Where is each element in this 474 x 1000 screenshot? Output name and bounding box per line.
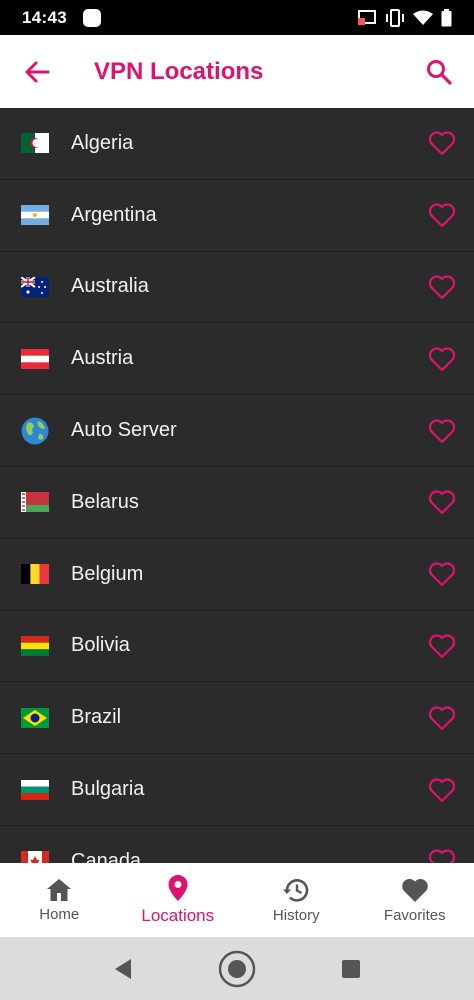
bolivia-flag: [21, 635, 49, 656]
location-row-australia[interactable]: Australia: [0, 252, 474, 324]
status-icons: [357, 8, 452, 27]
country-name: Algeria: [71, 131, 134, 154]
country-name: Argentina: [71, 203, 157, 226]
home-icon: [47, 878, 72, 901]
bottom-navigation: Home Locations History Favorites: [0, 863, 474, 937]
location-row-bolivia[interactable]: Bolivia: [0, 611, 474, 683]
location-row-brazil[interactable]: Brazil: [0, 682, 474, 755]
country-name: Bolivia: [71, 634, 130, 657]
location-row-auto-server[interactable]: Auto Server: [0, 395, 474, 467]
system-home-button[interactable]: [180, 950, 294, 988]
favorite-heart-icon[interactable]: [428, 489, 456, 515]
nav-label: History: [272, 906, 320, 924]
country-name: Belarus: [71, 490, 139, 513]
location-row-bulgaria[interactable]: Bulgaria: [0, 754, 474, 826]
favorite-heart-icon[interactable]: [428, 418, 456, 444]
favorite-heart-icon[interactable]: [428, 561, 456, 587]
location-row-austria[interactable]: Austria: [0, 323, 474, 396]
country-name: Australia: [71, 275, 149, 298]
country-name: Austria: [71, 347, 134, 370]
recents-square-icon: [342, 959, 360, 978]
belarus-flag: [21, 492, 49, 513]
system-back-button[interactable]: [66, 958, 180, 980]
favorite-heart-icon[interactable]: [428, 274, 456, 300]
app-bar: VPN Locations: [0, 35, 474, 108]
bulgaria-flag: [21, 779, 49, 800]
favorite-heart-icon[interactable]: [428, 202, 456, 228]
algeria-flag: [21, 133, 49, 154]
battery-icon: [441, 8, 452, 26]
favorite-heart-icon[interactable]: [428, 633, 456, 659]
home-circle-icon: [218, 950, 256, 987]
nav-favorites[interactable]: Favorites: [356, 863, 474, 937]
country-name: Canada: [71, 849, 142, 863]
argentina-flag: [21, 205, 49, 226]
nav-locations[interactable]: Locations: [119, 863, 238, 937]
favorite-heart-icon[interactable]: [428, 777, 456, 803]
search-icon: [427, 59, 452, 85]
wifi-icon: [413, 10, 433, 25]
nav-history[interactable]: History: [237, 863, 356, 937]
location-row-argentina[interactable]: Argentina: [0, 180, 474, 252]
nav-label: Locations: [141, 906, 215, 925]
nav-label: Home: [39, 905, 80, 923]
nav-home[interactable]: Home: [0, 863, 119, 937]
favorite-heart-icon[interactable]: [428, 705, 456, 731]
brazil-flag: [21, 707, 49, 728]
country-name: Brazil: [71, 706, 122, 729]
back-triangle-icon: [115, 958, 131, 979]
austria-flag: [21, 348, 49, 369]
canada-flag: [21, 851, 49, 863]
location-row-belarus[interactable]: Belarus: [0, 467, 474, 539]
location-row-algeria[interactable]: Algeria: [0, 108, 474, 180]
globe-icon: [21, 417, 49, 445]
australia-flag: [21, 276, 49, 297]
search-button[interactable]: [404, 35, 474, 108]
favorite-heart-icon[interactable]: [428, 346, 456, 372]
status-bar: 14:43: [0, 0, 474, 35]
back-arrow-icon: [25, 61, 50, 82]
system-navigation-bar: [0, 937, 474, 1000]
vibrate-icon: [386, 8, 404, 27]
location-pin-icon: [168, 875, 188, 901]
back-button[interactable]: [0, 35, 74, 108]
favorite-heart-icon[interactable]: [428, 130, 456, 156]
country-name: Bulgaria: [71, 778, 145, 801]
belgium-flag: [21, 564, 49, 585]
location-list[interactable]: Algeria Argentina Australia Austria Auto…: [0, 108, 474, 863]
location-row-belgium[interactable]: Belgium: [0, 539, 474, 611]
history-icon: [283, 878, 309, 902]
country-name: Auto Server: [71, 419, 177, 442]
notification-icon: [82, 8, 101, 27]
cast-icon: [358, 9, 376, 25]
location-row-canada[interactable]: Canada: [0, 826, 474, 863]
heart-icon: [401, 878, 428, 902]
country-name: Belgium: [71, 562, 144, 585]
page-title: VPN Locations: [94, 57, 264, 85]
nav-label: Favorites: [383, 906, 446, 924]
system-recents-button[interactable]: [294, 959, 408, 979]
favorite-heart-icon[interactable]: [428, 848, 456, 863]
status-time: 14:43: [22, 7, 67, 27]
